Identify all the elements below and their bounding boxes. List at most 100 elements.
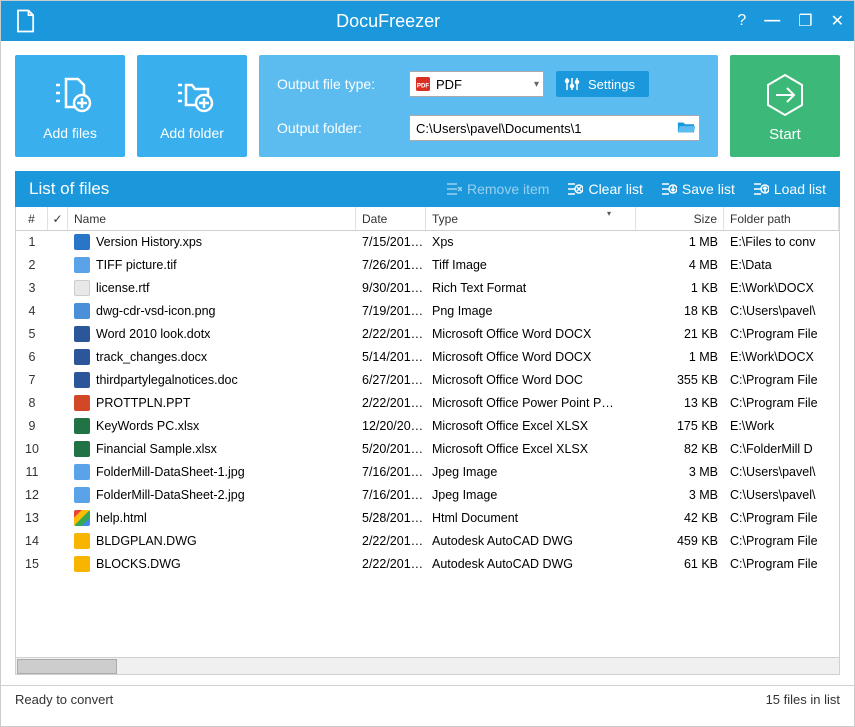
- cell-size: 4 MB: [636, 258, 724, 272]
- cell-date: 9/30/201…: [356, 281, 426, 295]
- table-row[interactable]: 10 Financial Sample.xlsx 5/20/201… Micro…: [16, 438, 839, 461]
- cell-path: E:\Work\DOCX: [724, 281, 839, 295]
- file-type-icon: [74, 303, 90, 319]
- file-type-icon: [74, 280, 90, 296]
- table-row[interactable]: 11 FolderMill-DataSheet-1.jpg 7/16/201… …: [16, 461, 839, 484]
- svg-text:PDF: PDF: [417, 83, 429, 90]
- add-files-button[interactable]: Add files: [15, 55, 125, 157]
- cell-name: Version History.xps: [68, 234, 356, 250]
- column-header-type[interactable]: Type▾: [426, 207, 636, 230]
- table-row[interactable]: 5 Word 2010 look.dotx 2/22/201… Microsof…: [16, 323, 839, 346]
- remove-icon: [446, 182, 462, 196]
- file-name: Word 2010 look.dotx: [96, 327, 210, 341]
- file-type-icon: [74, 326, 90, 342]
- cell-name: BLDGPLAN.DWG: [68, 533, 356, 549]
- cell-number: 14: [16, 534, 48, 548]
- table-row[interactable]: 9 KeyWords PC.xlsx 12/20/20… Microsoft O…: [16, 415, 839, 438]
- table-row[interactable]: 15 BLOCKS.DWG 2/22/201… Autodesk AutoCAD…: [16, 553, 839, 576]
- cell-number: 11: [16, 465, 48, 479]
- table-row[interactable]: 7 thirdpartylegalnotices.doc 6/27/201… M…: [16, 369, 839, 392]
- file-grid: # ✓ Name Date Type▾ Size Folder path 1 V…: [15, 207, 840, 675]
- settings-button[interactable]: Settings: [556, 71, 649, 97]
- cell-name: BLOCKS.DWG: [68, 556, 356, 572]
- cell-number: 4: [16, 304, 48, 318]
- file-type-icon: [74, 464, 90, 480]
- cell-name: TIFF picture.tif: [68, 257, 356, 273]
- cell-number: 12: [16, 488, 48, 502]
- column-header-name[interactable]: Name: [68, 207, 356, 230]
- cell-date: 6/27/201…: [356, 373, 426, 387]
- table-row[interactable]: 4 dwg-cdr-vsd-icon.png 7/19/201… Png Ima…: [16, 300, 839, 323]
- add-folder-button[interactable]: Add folder: [137, 55, 247, 157]
- cell-name: FolderMill-DataSheet-2.jpg: [68, 487, 356, 503]
- column-header-size[interactable]: Size: [636, 207, 724, 230]
- config-panel: Output file type: PDF PDF ▾ Settings Out…: [259, 55, 718, 157]
- sliders-icon: [564, 76, 580, 92]
- cell-number: 7: [16, 373, 48, 387]
- scrollbar-thumb[interactable]: [17, 659, 117, 674]
- table-row[interactable]: 1 Version History.xps 7/15/201… Xps 1 MB…: [16, 231, 839, 254]
- table-row[interactable]: 8 PROTTPLN.PPT 2/22/201… Microsoft Offic…: [16, 392, 839, 415]
- file-name: FolderMill-DataSheet-2.jpg: [96, 488, 245, 502]
- cell-name: dwg-cdr-vsd-icon.png: [68, 303, 356, 319]
- file-name: dwg-cdr-vsd-icon.png: [96, 304, 216, 318]
- cell-number: 9: [16, 419, 48, 433]
- help-icon[interactable]: ?: [737, 12, 746, 30]
- close-icon[interactable]: ✕: [831, 11, 844, 31]
- pdf-icon: PDF: [416, 77, 430, 91]
- cell-date: 2/22/201…: [356, 534, 426, 548]
- cell-path: E:\Work\DOCX: [724, 350, 839, 364]
- browse-folder-icon[interactable]: [677, 119, 695, 138]
- cell-name: FolderMill-DataSheet-1.jpg: [68, 464, 356, 480]
- cell-path: C:\Program File: [724, 373, 839, 387]
- table-row[interactable]: 3 license.rtf 9/30/201… Rich Text Format…: [16, 277, 839, 300]
- cell-number: 1: [16, 235, 48, 249]
- file-name: Version History.xps: [96, 235, 202, 249]
- output-folder-input[interactable]: C:\Users\pavel\Documents\1: [409, 115, 700, 141]
- column-header-number[interactable]: #: [16, 207, 48, 230]
- minimize-icon[interactable]: —: [764, 12, 780, 30]
- cell-type: Microsoft Office Power Point P…: [426, 396, 636, 410]
- cell-name: help.html: [68, 510, 356, 526]
- cell-size: 13 KB: [636, 396, 724, 410]
- cell-date: 7/15/201…: [356, 235, 426, 249]
- cell-number: 5: [16, 327, 48, 341]
- cell-date: 2/22/201…: [356, 327, 426, 341]
- cell-name: license.rtf: [68, 280, 356, 296]
- cell-path: E:\Work: [724, 419, 839, 433]
- file-name: Financial Sample.xlsx: [96, 442, 217, 456]
- remove-item-button[interactable]: Remove item: [446, 181, 549, 197]
- save-list-button[interactable]: Save list: [661, 181, 735, 197]
- cell-date: 2/22/201…: [356, 557, 426, 571]
- table-row[interactable]: 14 BLDGPLAN.DWG 2/22/201… Autodesk AutoC…: [16, 530, 839, 553]
- file-name: track_changes.docx: [96, 350, 207, 364]
- grid-header: # ✓ Name Date Type▾ Size Folder path: [16, 207, 839, 231]
- table-row[interactable]: 12 FolderMill-DataSheet-2.jpg 7/16/201… …: [16, 484, 839, 507]
- file-name: KeyWords PC.xlsx: [96, 419, 199, 433]
- table-row[interactable]: 13 help.html 5/28/201… Html Document 42 …: [16, 507, 839, 530]
- cell-path: C:\Users\pavel\: [724, 488, 839, 502]
- output-type-select[interactable]: PDF PDF ▾: [409, 71, 544, 97]
- table-row[interactable]: 2 TIFF picture.tif 7/26/201… Tiff Image …: [16, 254, 839, 277]
- column-header-path[interactable]: Folder path: [724, 207, 839, 230]
- table-row[interactable]: 6 track_changes.docx 5/14/201… Microsoft…: [16, 346, 839, 369]
- cell-name: PROTTPLN.PPT: [68, 395, 356, 411]
- start-button[interactable]: Start: [730, 55, 840, 157]
- list-title: List of files: [29, 179, 109, 199]
- cell-type: Microsoft Office Word DOC: [426, 373, 636, 387]
- statusbar: Ready to convert 15 files in list: [1, 685, 854, 713]
- save-icon: [661, 182, 677, 196]
- file-type-icon: [74, 487, 90, 503]
- add-files-label: Add files: [43, 125, 97, 141]
- clear-list-button[interactable]: Clear list: [567, 181, 642, 197]
- horizontal-scrollbar[interactable]: [16, 657, 839, 674]
- column-header-date[interactable]: Date: [356, 207, 426, 230]
- file-name: help.html: [96, 511, 147, 525]
- cell-size: 1 MB: [636, 235, 724, 249]
- cell-path: C:\Users\pavel\: [724, 304, 839, 318]
- file-type-icon: [74, 556, 90, 572]
- maximize-icon[interactable]: ❐: [798, 11, 812, 31]
- column-header-check[interactable]: ✓: [48, 207, 68, 230]
- add-folder-label: Add folder: [160, 125, 224, 141]
- load-list-button[interactable]: Load list: [753, 181, 826, 197]
